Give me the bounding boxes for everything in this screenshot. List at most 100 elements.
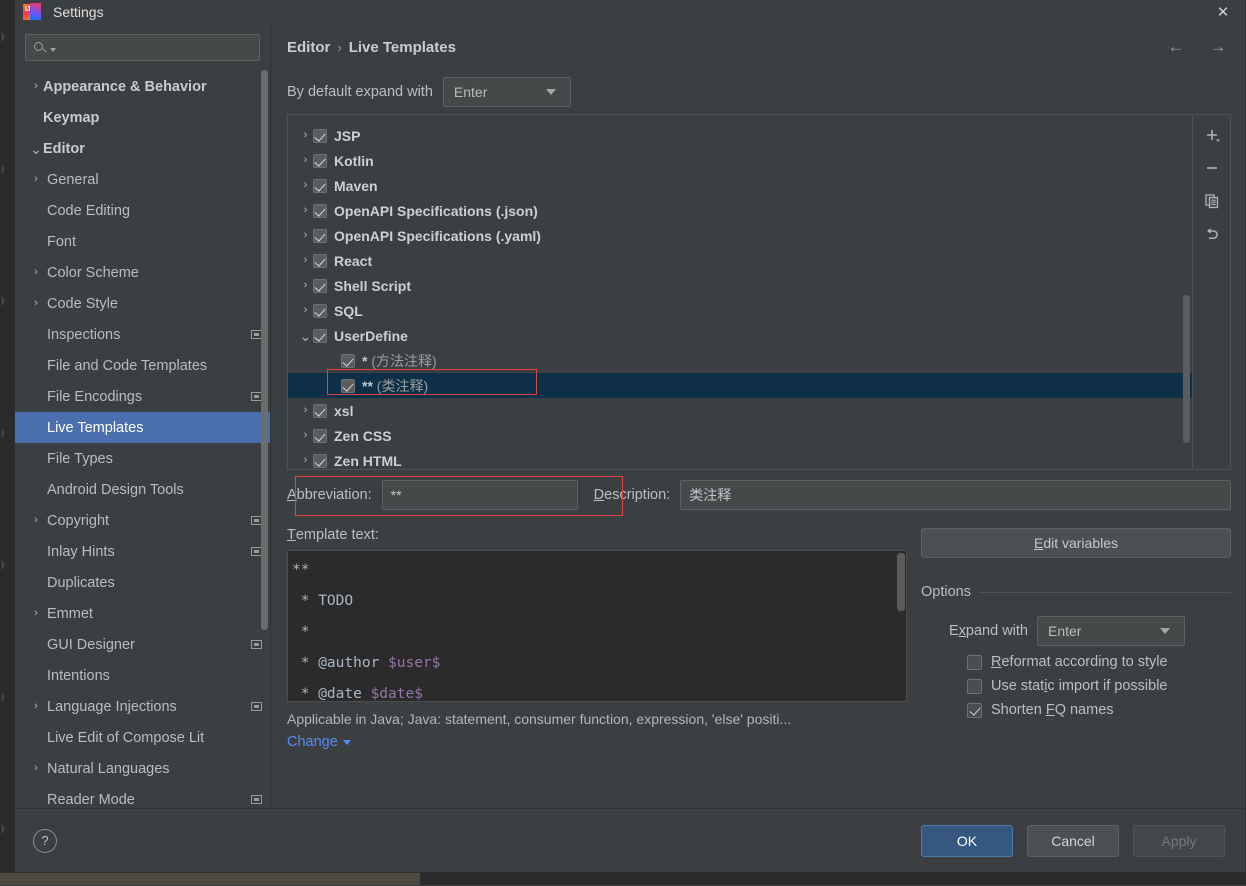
sidebar-item-code-style[interactable]: ›Code Style — [15, 288, 270, 319]
template-tree-row[interactable]: ›Zen CSS — [288, 423, 1192, 448]
chevron-right-icon[interactable]: › — [298, 405, 313, 416]
sidebar-item-language-injections[interactable]: ›Language Injections — [15, 691, 270, 722]
sidebar-item-live-edit-of-compose-lit[interactable]: Live Edit of Compose Lit — [15, 722, 270, 753]
chevron-right-icon[interactable]: › — [29, 174, 43, 185]
arrow-left-icon[interactable]: ← — [1165, 36, 1187, 58]
chevron-right-icon[interactable]: › — [29, 763, 43, 774]
sidebar-item-file-and-code-templates[interactable]: File and Code Templates — [15, 350, 270, 381]
sidebar-item-live-templates[interactable]: Live Templates — [15, 412, 270, 443]
templates-scrollbar[interactable] — [1183, 295, 1190, 443]
template-checkbox[interactable] — [313, 429, 327, 443]
template-checkbox[interactable] — [313, 229, 327, 243]
template-checkbox[interactable] — [313, 454, 327, 468]
close-icon[interactable]: ✕ — [1201, 0, 1245, 24]
sidebar-item-intentions[interactable]: Intentions — [15, 660, 270, 691]
chevron-right-icon[interactable]: › — [298, 430, 313, 441]
sidebar-item-copyright[interactable]: ›Copyright — [15, 505, 270, 536]
sidebar-item-reader-mode[interactable]: Reader Mode — [15, 784, 270, 808]
sidebar-item-keymap[interactable]: Keymap — [15, 102, 270, 133]
template-text-editor[interactable]: ** * TODO * * @author $user$ * @date $da… — [287, 550, 907, 702]
change-context-link[interactable]: Change — [287, 734, 907, 750]
option-checkbox-shorten-fq-names[interactable]: Shorten FQ names — [921, 702, 1231, 718]
help-icon[interactable]: ? — [33, 829, 57, 853]
chevron-right-icon[interactable]: › — [29, 701, 43, 712]
template-tree-row[interactable]: ⌄UserDefine — [288, 323, 1192, 348]
sidebar-item-file-encodings[interactable]: File Encodings — [15, 381, 270, 412]
template-checkbox[interactable] — [341, 379, 355, 393]
sidebar-item-font[interactable]: Font — [15, 226, 270, 257]
ok-button[interactable]: OK — [921, 825, 1013, 857]
template-tree-row[interactable]: ›Zen HTML — [288, 448, 1192, 469]
template-checkbox[interactable] — [341, 354, 355, 368]
checkbox-box[interactable] — [967, 703, 982, 718]
remove-icon[interactable] — [1198, 154, 1226, 182]
chevron-right-icon[interactable]: › — [298, 305, 313, 316]
sidebar-scrollbar[interactable] — [261, 70, 268, 630]
template-tree-row[interactable]: ›Maven — [288, 173, 1192, 198]
chevron-right-icon[interactable]: › — [29, 298, 43, 309]
chevron-down-icon[interactable]: ⌄ — [29, 142, 43, 156]
description-input[interactable]: 类注释 — [680, 480, 1231, 510]
template-checkbox[interactable] — [313, 404, 327, 418]
sidebar-item-general[interactable]: ›General — [15, 164, 270, 195]
sidebar-item-emmet[interactable]: ›Emmet — [15, 598, 270, 629]
chevron-right-icon[interactable]: › — [298, 180, 313, 191]
template-tree-row[interactable]: ›OpenAPI Specifications (.yaml) — [288, 223, 1192, 248]
chevron-right-icon[interactable]: › — [298, 455, 313, 466]
checkbox-box[interactable] — [967, 655, 982, 670]
chevron-right-icon[interactable]: › — [29, 515, 43, 526]
template-checkbox[interactable] — [313, 329, 327, 343]
chevron-right-icon[interactable]: › — [29, 81, 43, 92]
option-checkbox-use-static-import-if-possible[interactable]: Use static import if possible — [921, 678, 1231, 694]
template-tree-row[interactable]: ›SQL — [288, 298, 1192, 323]
search-box[interactable] — [25, 34, 260, 61]
sidebar-item-editor[interactable]: ⌄Editor — [15, 133, 270, 164]
sidebar-item-color-scheme[interactable]: ›Color Scheme — [15, 257, 270, 288]
template-checkbox[interactable] — [313, 129, 327, 143]
sidebar-item-inlay-hints[interactable]: Inlay Hints — [15, 536, 270, 567]
editor-scrollbar[interactable] — [897, 553, 905, 611]
copy-icon[interactable] — [1198, 187, 1226, 215]
sidebar-item-natural-languages[interactable]: ›Natural Languages — [15, 753, 270, 784]
search-input[interactable] — [56, 40, 259, 55]
templates-tree[interactable]: ›JSP›Kotlin›Maven›OpenAPI Specifications… — [288, 115, 1192, 469]
template-tree-row[interactable]: ** (类注释) — [288, 373, 1192, 398]
template-tree-row[interactable]: ›React — [288, 248, 1192, 273]
template-tree-row[interactable]: ›OpenAPI Specifications (.json) — [288, 198, 1192, 223]
option-checkbox-reformat-according-to-style[interactable]: Reformat according to style — [921, 654, 1231, 670]
chevron-right-icon[interactable]: › — [298, 155, 313, 166]
breadcrumb-parent[interactable]: Editor — [287, 39, 330, 56]
edit-variables-button[interactable]: Edit variables — [921, 528, 1231, 558]
chevron-down-icon[interactable]: ⌄ — [298, 329, 313, 343]
sidebar-item-appearance-behavior[interactable]: ›Appearance & Behavior — [15, 71, 270, 102]
template-tree-row[interactable]: ›Shell Script — [288, 273, 1192, 298]
chevron-right-icon[interactable]: › — [298, 255, 313, 266]
chevron-right-icon[interactable]: › — [29, 608, 43, 619]
checkbox-box[interactable] — [967, 679, 982, 694]
template-checkbox[interactable] — [313, 204, 327, 218]
default-expand-dropdown[interactable]: Enter — [443, 77, 571, 107]
sidebar-item-inspections[interactable]: Inspections — [15, 319, 270, 350]
template-tree-row[interactable]: * (方法注释) — [288, 348, 1192, 373]
template-checkbox[interactable] — [313, 279, 327, 293]
template-checkbox[interactable] — [313, 154, 327, 168]
chevron-right-icon[interactable]: › — [298, 280, 313, 291]
sidebar-item-gui-designer[interactable]: GUI Designer — [15, 629, 270, 660]
add-icon[interactable] — [1198, 121, 1226, 149]
chevron-right-icon[interactable]: › — [298, 230, 313, 241]
template-checkbox[interactable] — [313, 179, 327, 193]
template-checkbox[interactable] — [313, 304, 327, 318]
sidebar-item-duplicates[interactable]: Duplicates — [15, 567, 270, 598]
arrow-right-icon[interactable]: → — [1207, 36, 1229, 58]
chevron-right-icon[interactable]: › — [298, 205, 313, 216]
chevron-right-icon[interactable]: › — [29, 267, 43, 278]
sidebar-item-android-design-tools[interactable]: Android Design Tools — [15, 474, 270, 505]
abbreviation-input[interactable]: ** — [382, 480, 578, 510]
cancel-button[interactable]: Cancel — [1027, 825, 1119, 857]
options-expand-dropdown[interactable]: Enter — [1037, 616, 1185, 646]
revert-icon[interactable] — [1198, 220, 1226, 248]
chevron-right-icon[interactable]: › — [298, 130, 313, 141]
sidebar-item-file-types[interactable]: File Types — [15, 443, 270, 474]
sidebar-item-code-editing[interactable]: Code Editing — [15, 195, 270, 226]
template-checkbox[interactable] — [313, 254, 327, 268]
